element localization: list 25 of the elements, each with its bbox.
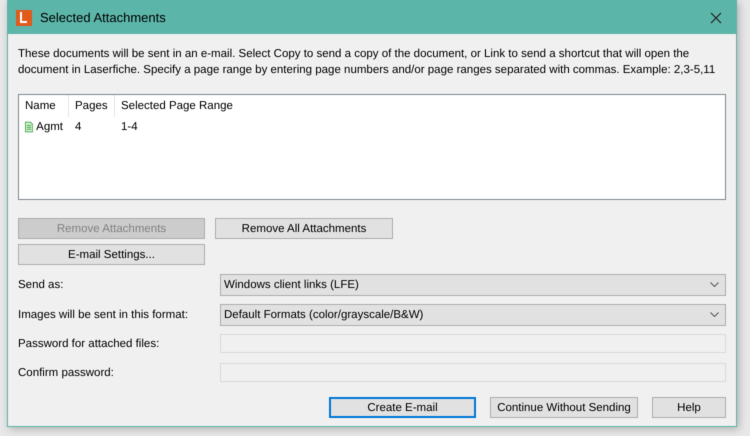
document-icon bbox=[25, 120, 34, 134]
table-cell: 4 bbox=[75, 121, 82, 133]
dropdown[interactable]: Windows client links (LFE) bbox=[220, 274, 726, 296]
email-settings-button[interactable]: E-mail Settings... bbox=[18, 244, 205, 265]
column-header[interactable]: Pages bbox=[69, 95, 115, 117]
dropdown[interactable]: Default Formats (color/grayscale/B&W) bbox=[220, 304, 726, 326]
window-title: Selected Attachments bbox=[40, 10, 167, 25]
column-header[interactable]: Selected Page Range bbox=[115, 95, 375, 117]
close-icon bbox=[710, 12, 722, 24]
dialog-button[interactable]: Create E-mail bbox=[329, 397, 476, 418]
table-cell: Agmt bbox=[36, 121, 63, 133]
field-label: Send as: bbox=[18, 278, 64, 290]
column-header[interactable]: Name bbox=[19, 95, 69, 117]
chevron-down-icon bbox=[710, 312, 719, 317]
remove-all-attachments-button[interactable]: Remove All Attachments bbox=[215, 218, 393, 239]
dialog-button[interactable]: Help bbox=[652, 397, 726, 418]
app-logo-icon bbox=[16, 10, 32, 26]
field-label: Password for attached files: bbox=[18, 338, 160, 350]
chevron-down-icon bbox=[710, 282, 719, 287]
table-cell: 1-4 bbox=[121, 121, 138, 133]
attachment-row[interactable]: Agmt 4 1-4 bbox=[19, 117, 725, 137]
instructions-text: These documents will be sent in an e-mail. Select Copy to send a copy of the document, or Link to send a shortcut that will open the document in Laserfiche. Specify a page range by entering page numbers and/or page ranges separated with commas. Example: 2,3-5,11 bbox=[18, 47, 716, 78]
dialog-button[interactable]: Continue Without Sending bbox=[490, 397, 638, 418]
field-label: Images will be sent in this format: bbox=[18, 308, 190, 320]
field-label: Confirm password: bbox=[18, 366, 115, 378]
